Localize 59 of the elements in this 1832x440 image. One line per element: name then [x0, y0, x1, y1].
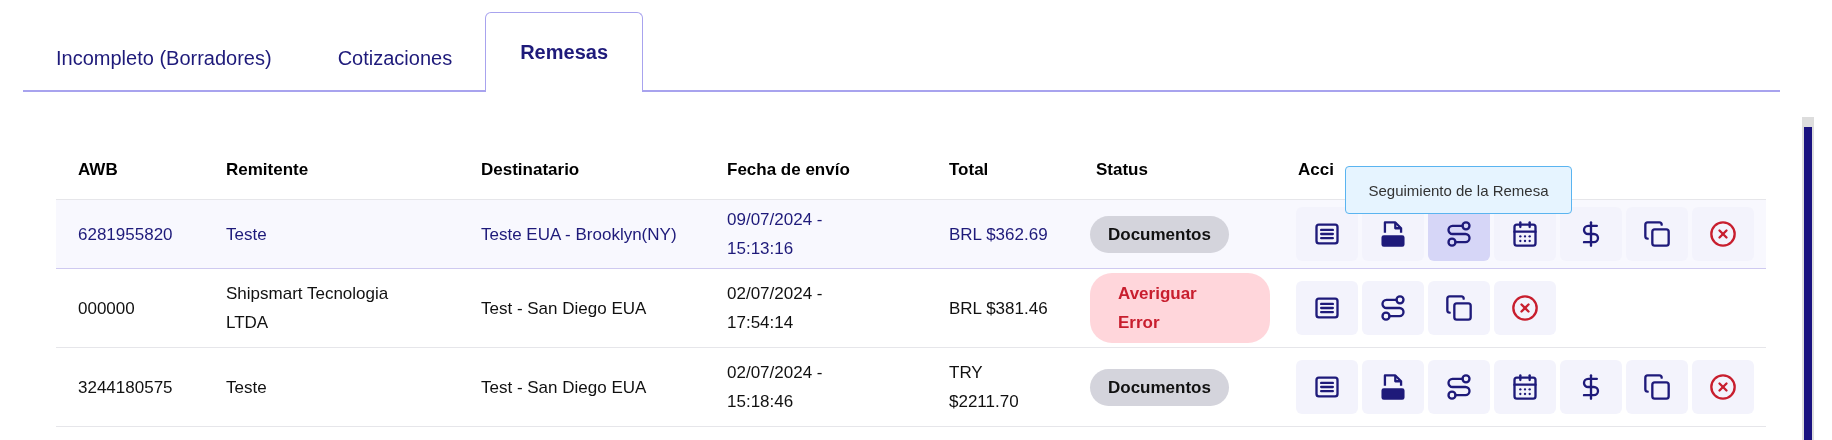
tracking-button[interactable] [1362, 281, 1424, 335]
column-header: Acci [1298, 159, 1335, 180]
table-cell-text: BRL $362.69 [949, 223, 1049, 246]
calendar-icon [1511, 220, 1539, 248]
calendar-icon [1511, 373, 1539, 401]
status-badge: Averiguar Error [1090, 273, 1270, 343]
table-cell-text: Teste [226, 223, 268, 246]
table-cell-text: Teste [226, 376, 268, 399]
close-icon [1511, 294, 1539, 322]
table-cell-text: 000000 [78, 297, 136, 320]
table-cell-text: Test - San Diego EUA [481, 297, 648, 320]
cancel-button[interactable] [1494, 281, 1556, 335]
column-header: Destinatario [481, 159, 581, 180]
route-icon [1445, 373, 1473, 401]
pdf-file-icon [1379, 372, 1407, 402]
copy-icon [1643, 373, 1671, 401]
table-cell-text: 02/07/2024 - 17:54:14 [727, 283, 824, 334]
copy-icon [1445, 294, 1473, 322]
duplicate-button[interactable] [1626, 207, 1688, 261]
status-badge: Documentos [1090, 368, 1229, 406]
table-cell-text: 3244180575 [78, 376, 174, 399]
tab[interactable]: Remesas [485, 12, 643, 92]
close-icon [1709, 373, 1737, 401]
details-button[interactable] [1296, 281, 1358, 335]
tab[interactable]: Incompleto (Borradores) [23, 26, 305, 90]
status-badge: Documentos [1090, 215, 1229, 253]
column-header: AWB [78, 159, 119, 180]
cancel-button[interactable] [1692, 207, 1754, 261]
tab[interactable]: Cotizaciones [304, 26, 486, 90]
details-button[interactable] [1296, 360, 1358, 414]
close-icon [1709, 220, 1737, 248]
column-header: Total [949, 159, 990, 180]
duplicate-button[interactable] [1428, 281, 1490, 335]
pdf-file-icon [1379, 219, 1407, 249]
table-cell-text: Teste EUA - Brooklyn(NY) [481, 223, 678, 246]
route-icon [1379, 294, 1407, 322]
payment-button[interactable] [1560, 360, 1622, 414]
table-cell-text: 6281955820 [78, 223, 174, 246]
table-row[interactable]: 6281955820 Teste Teste EUA - Brooklyn(NY) 09/07/2024 - 15:13:16 BRL $362.69 Documentos [56, 200, 1766, 269]
pdf-button[interactable] [1362, 360, 1424, 414]
table-cell-text: 09/07/2024 - 15:13:16 [727, 209, 824, 260]
route-icon [1445, 220, 1473, 248]
tracking-button[interactable] [1428, 360, 1490, 414]
cancel-button[interactable] [1692, 360, 1754, 414]
copy-icon [1643, 220, 1671, 248]
table-cell-text: BRL $381.46 [949, 297, 1049, 320]
column-header: Fecha de envío [727, 159, 851, 180]
table-cell-text: Test - San Diego EUA [481, 376, 648, 399]
table-cell-text: TRY $2211.70 [949, 362, 1020, 413]
column-header: Remitente [226, 159, 310, 180]
duplicate-button[interactable] [1626, 360, 1688, 414]
tooltip: Seguimiento de la Remesa [1345, 166, 1572, 214]
payment-button[interactable] [1560, 207, 1622, 261]
details-button[interactable] [1296, 207, 1358, 261]
scrollbar[interactable] [1802, 117, 1814, 440]
table-cell-text: 02/07/2024 - 15:18:46 [727, 362, 824, 413]
table-cell-text: Shipsmart Tecnologia LTDA [226, 283, 390, 334]
column-header: Status [1096, 159, 1149, 180]
calendar-button[interactable] [1494, 360, 1556, 414]
